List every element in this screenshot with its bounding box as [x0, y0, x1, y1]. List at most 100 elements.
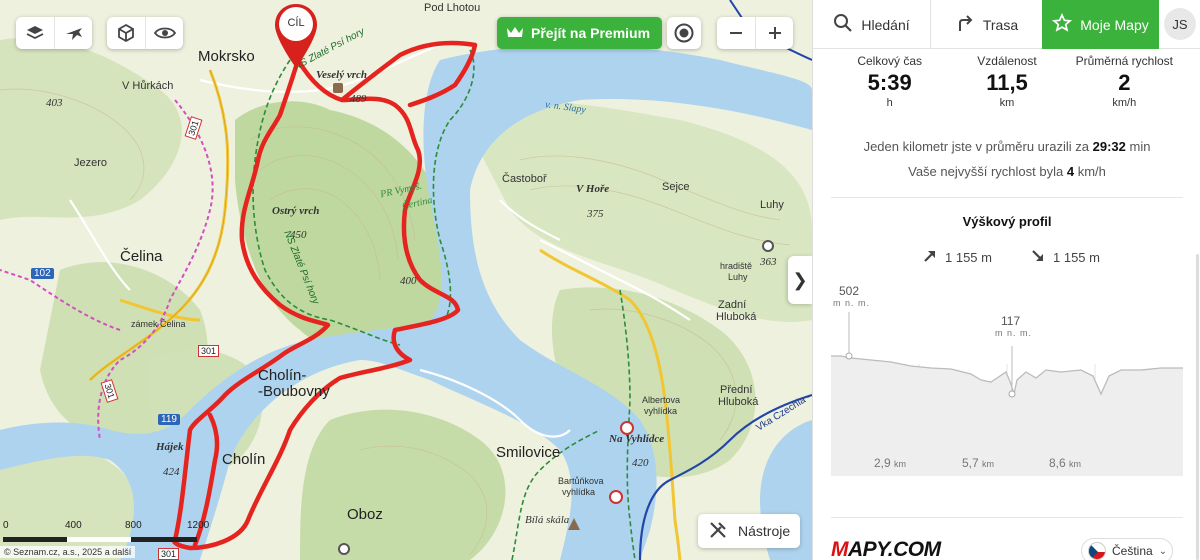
stat-unit: km/h — [1112, 97, 1137, 109]
place-label: zámek Čelina — [131, 319, 186, 329]
place-label: hradiště — [720, 261, 753, 271]
profile-x-tick: 8,6 km — [1049, 456, 1082, 470]
ascent-arrow-icon — [923, 249, 937, 266]
avatar[interactable]: JS — [1164, 8, 1196, 40]
place-label: Bartůňkova — [558, 476, 604, 486]
profile-max-label: 502 — [839, 284, 860, 298]
premium-button[interactable]: Přejít na Premium — [497, 17, 663, 49]
elevation-label: 420 — [632, 457, 649, 469]
place-label: Čelina — [120, 248, 163, 265]
tab-search-label: Hledání — [861, 16, 910, 33]
peak-label: Na Vyhlídce — [609, 433, 665, 445]
place-label: Častoboř — [502, 173, 547, 185]
place-label: Pod Lhotou — [424, 2, 481, 14]
premium-label: Přejít na Premium — [531, 25, 651, 41]
peak-label: Ostrý vrch — [272, 205, 320, 217]
place-label: Přední — [720, 384, 753, 396]
place-label: Jezero — [74, 157, 108, 169]
chevron-down-icon: ⌄ — [1158, 545, 1168, 557]
stat-unit: h — [886, 97, 893, 109]
place-label: Smilovice — [496, 444, 561, 461]
tools-icon — [708, 520, 728, 543]
map-view[interactable]: Mokrsko V Hůrkách Jezero Čelina zámek Če… — [0, 0, 812, 560]
copyright-icon: © — [4, 547, 14, 557]
stat-unit: km — [999, 97, 1015, 109]
zoom-out-icon[interactable] — [717, 17, 755, 49]
map-view-group — [107, 17, 183, 49]
profile-x-tick: 2,9 km — [874, 456, 907, 470]
cube-icon[interactable] — [107, 17, 145, 49]
place-label: Sejce — [662, 181, 690, 193]
elevation-label: 403 — [46, 97, 63, 109]
star-icon — [1052, 12, 1073, 36]
eye-icon[interactable] — [145, 17, 183, 49]
divider — [831, 517, 1183, 518]
elevation-profile-chart[interactable]: 502 m n. m. 117 m n. m. 2,9 km 5,7 km 8,… — [831, 276, 1183, 476]
place-label: V Hůrkách — [122, 80, 174, 92]
language-select[interactable]: Čeština ⌄ — [1081, 538, 1173, 560]
zoom-in-icon[interactable] — [755, 17, 793, 49]
scale-tick: 1200 — [187, 520, 210, 531]
road-number: 301 — [198, 345, 220, 357]
czech-flag-icon — [1088, 542, 1106, 560]
place-label: Oboz — [347, 506, 383, 523]
stat-value: 2 — [1118, 70, 1131, 95]
tab-my-maps-label: Moje Mapy — [1080, 16, 1149, 33]
divider — [831, 197, 1183, 198]
tab-search[interactable]: Hledání — [813, 0, 930, 49]
layers-icon[interactable] — [16, 17, 54, 49]
place-label: vyhlídka — [644, 406, 678, 416]
place-label: Hluboká — [718, 396, 759, 408]
panel-tabs: Hledání Trasa Moje Mapy JS — [813, 0, 1200, 49]
user-menu[interactable]: JS — [1159, 0, 1200, 48]
tools-button[interactable]: Nástroje — [698, 514, 801, 548]
scale-track — [3, 537, 197, 542]
zoom-group — [717, 17, 793, 49]
descent-value: 1 155 m — [1053, 250, 1100, 265]
place-label: Zadní — [718, 299, 747, 311]
destination-pin[interactable]: CÍL — [273, 2, 319, 70]
location-target-icon[interactable] — [667, 17, 701, 49]
stat-title: Vzdálenost — [977, 54, 1037, 68]
profile-max-unit: m n. m. — [833, 298, 871, 308]
place-label: Cholín- — [258, 367, 307, 384]
scale-tick: 0 — [3, 520, 9, 531]
place-label: Luhy — [728, 272, 748, 282]
place-label: Bílá skála — [525, 514, 570, 526]
locate-group — [667, 17, 701, 49]
max-speed-text: Vaše nejvyšší rychlost byla 4 km/h — [908, 164, 1106, 179]
map-attribution[interactable]: © Seznam.cz, a.s., 2025 a další — [0, 546, 136, 558]
tab-route[interactable]: Trasa — [930, 0, 1042, 49]
tab-my-maps[interactable]: Moje Mapy — [1042, 0, 1159, 49]
place-label: Luhy — [760, 199, 784, 211]
road-number: 301 — [158, 548, 180, 560]
scale-tick: 800 — [125, 520, 142, 531]
pin-label: CÍL — [287, 17, 305, 29]
ascent-value: 1 155 m — [945, 250, 992, 265]
stat-total-time: Celkový čas 5:39 h — [831, 54, 948, 109]
tab-route-label: Trasa — [982, 16, 1019, 33]
place-label: Cholín — [222, 451, 266, 468]
descent-arrow-icon — [1031, 249, 1045, 266]
stat-title: Celkový čas — [857, 54, 922, 68]
profile-x-tick: 5,7 km — [962, 456, 995, 470]
chevron-right-icon: ❯ — [792, 269, 808, 290]
peak-label: Hájek — [156, 441, 184, 453]
place-label: -Boubovny — [258, 383, 330, 400]
place-label: Mokrsko — [198, 48, 255, 65]
stat-value: 11,5 — [986, 70, 1028, 95]
pace-text: Jeden kilometr jste v průměru urazili za… — [863, 139, 1151, 154]
peak-label: Veselý vrch — [316, 69, 368, 81]
descent: 1 155 m — [1031, 249, 1100, 266]
mapy-logo[interactable]: MAPY.COM — [831, 538, 941, 560]
road-number: 102 — [31, 268, 54, 279]
peak-label: V Hoře — [576, 183, 610, 195]
road-number: 119 — [158, 414, 180, 425]
collapse-panel-button[interactable]: ❯ — [788, 256, 812, 304]
profile-title: Výškový profil — [962, 214, 1052, 229]
panel-scrollbar[interactable] — [1196, 254, 1199, 560]
airplane-icon[interactable] — [54, 17, 92, 49]
language-label: Čeština — [1112, 544, 1153, 558]
crown-icon — [505, 24, 525, 43]
stat-avg-speed: Průměrná rychlost 2 km/h — [1066, 54, 1183, 109]
